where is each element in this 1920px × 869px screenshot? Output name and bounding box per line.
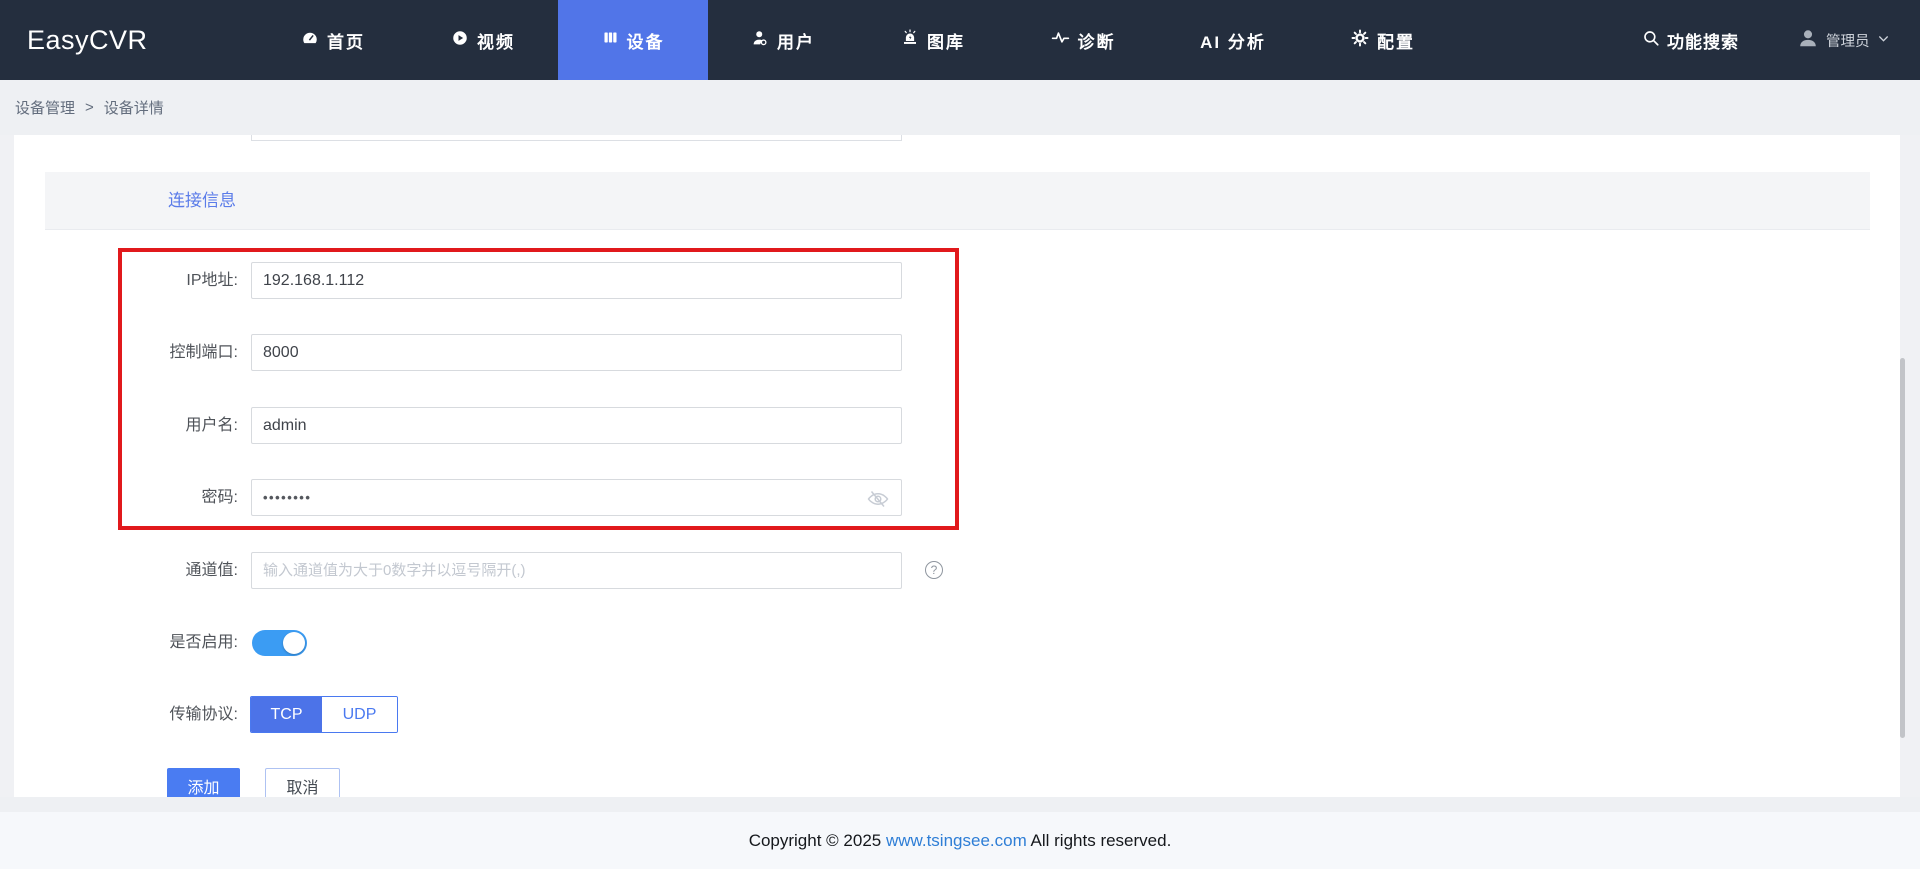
channel-value-input[interactable] <box>251 552 902 589</box>
rights-text: All rights reserved. <box>1026 830 1172 850</box>
username-label: 用户名: <box>185 417 238 434</box>
app-logo: EasyCVR <box>27 25 148 55</box>
protocol-option-tcp[interactable]: TCP <box>251 697 322 732</box>
nav-item-label: 首页 <box>327 32 365 52</box>
footer-strip: Copyright © 2025 www.tsingsee.com All ri… <box>0 797 1920 869</box>
nav-item-diagnosis[interactable]: 诊断 <box>1008 0 1158 80</box>
play-circle-icon <box>451 29 469 52</box>
function-search[interactable]: 功能搜索 <box>1642 0 1739 80</box>
nav-item-label: AI 分析 <box>1200 32 1266 52</box>
dashboard-icon <box>301 29 319 52</box>
enable-toggle[interactable] <box>252 630 307 656</box>
user-icon <box>751 29 769 52</box>
breadcrumb-separator: > <box>85 99 94 116</box>
search-label: 功能搜索 <box>1667 32 1739 52</box>
nav-item-device[interactable]: 设备 <box>558 0 708 80</box>
password-label: 密码: <box>201 489 238 506</box>
gear-icon <box>1351 29 1369 52</box>
chevron-down-icon <box>1877 32 1890 49</box>
control-port-input[interactable] <box>251 334 902 371</box>
nav-item-video[interactable]: 视频 <box>408 0 558 80</box>
nav-item-user[interactable]: 用户 <box>708 0 858 80</box>
enable-label: 是否启用: <box>169 634 238 651</box>
protocol-switch: TCP UDP <box>250 696 398 733</box>
footer: Copyright © 2025 www.tsingsee.com All ri… <box>0 812 1920 869</box>
nav-item-ai-analysis[interactable]: AI 分析 <box>1158 0 1308 80</box>
admin-avatar-icon <box>1797 27 1819 53</box>
protocol-label: 传输协议: <box>169 706 238 723</box>
nav-item-label: 诊断 <box>1077 32 1116 52</box>
alarm-beacon-icon <box>901 28 919 52</box>
scrolled-input-remnant <box>251 135 902 141</box>
nav-item-config[interactable]: 配置 <box>1308 0 1458 80</box>
vertical-scrollbar-thumb[interactable] <box>1900 358 1905 738</box>
user-label: 管理员 <box>1826 33 1870 50</box>
top-nav: EasyCVR 首页 视频 设备 用户 图库 诊断 AI 分析 配置 功能搜索 … <box>0 0 1920 80</box>
protocol-option-udp[interactable]: UDP <box>322 697 397 732</box>
nav-item-gallery[interactable]: 图库 <box>858 0 1008 80</box>
breadcrumb-device-detail: 设备详情 <box>103 100 164 117</box>
question-circle-icon[interactable]: ? <box>925 561 943 579</box>
device-icon <box>602 29 619 51</box>
main-menu: 首页 视频 设备 用户 图库 诊断 AI 分析 配置 <box>258 0 1458 80</box>
nav-item-home[interactable]: 首页 <box>258 0 408 80</box>
nav-item-label: 视频 <box>477 32 515 52</box>
nav-item-label: 图库 <box>927 32 965 52</box>
ip-address-input[interactable] <box>251 262 902 299</box>
breadcrumb-device-management[interactable]: 设备管理 <box>15 97 75 118</box>
pulse-icon <box>1051 28 1070 52</box>
nav-item-label: 用户 <box>777 32 815 52</box>
section-title: 连接信息 <box>168 191 236 210</box>
search-icon <box>1642 29 1660 52</box>
user-menu[interactable]: 管理员 <box>1797 0 1890 80</box>
breadcrumb: 设备管理 > 设备详情 <box>0 80 1920 135</box>
username-input[interactable] <box>251 407 902 444</box>
footer-link[interactable]: www.tsingsee.com <box>886 831 1027 851</box>
nav-item-label: 配置 <box>1377 32 1415 52</box>
toggle-knob <box>283 632 305 654</box>
eye-off-icon[interactable] <box>866 487 890 511</box>
control-port-label: 控制端口: <box>169 344 238 361</box>
copyright-text: Copyright © 2025 <box>748 830 886 850</box>
ip-address-label: IP地址: <box>186 272 238 289</box>
nav-item-label: 设备 <box>626 32 665 52</box>
connection-info-section-header: 连接信息 <box>45 172 1870 230</box>
channel-value-label: 通道值: <box>185 562 238 579</box>
password-input[interactable] <box>251 479 902 516</box>
